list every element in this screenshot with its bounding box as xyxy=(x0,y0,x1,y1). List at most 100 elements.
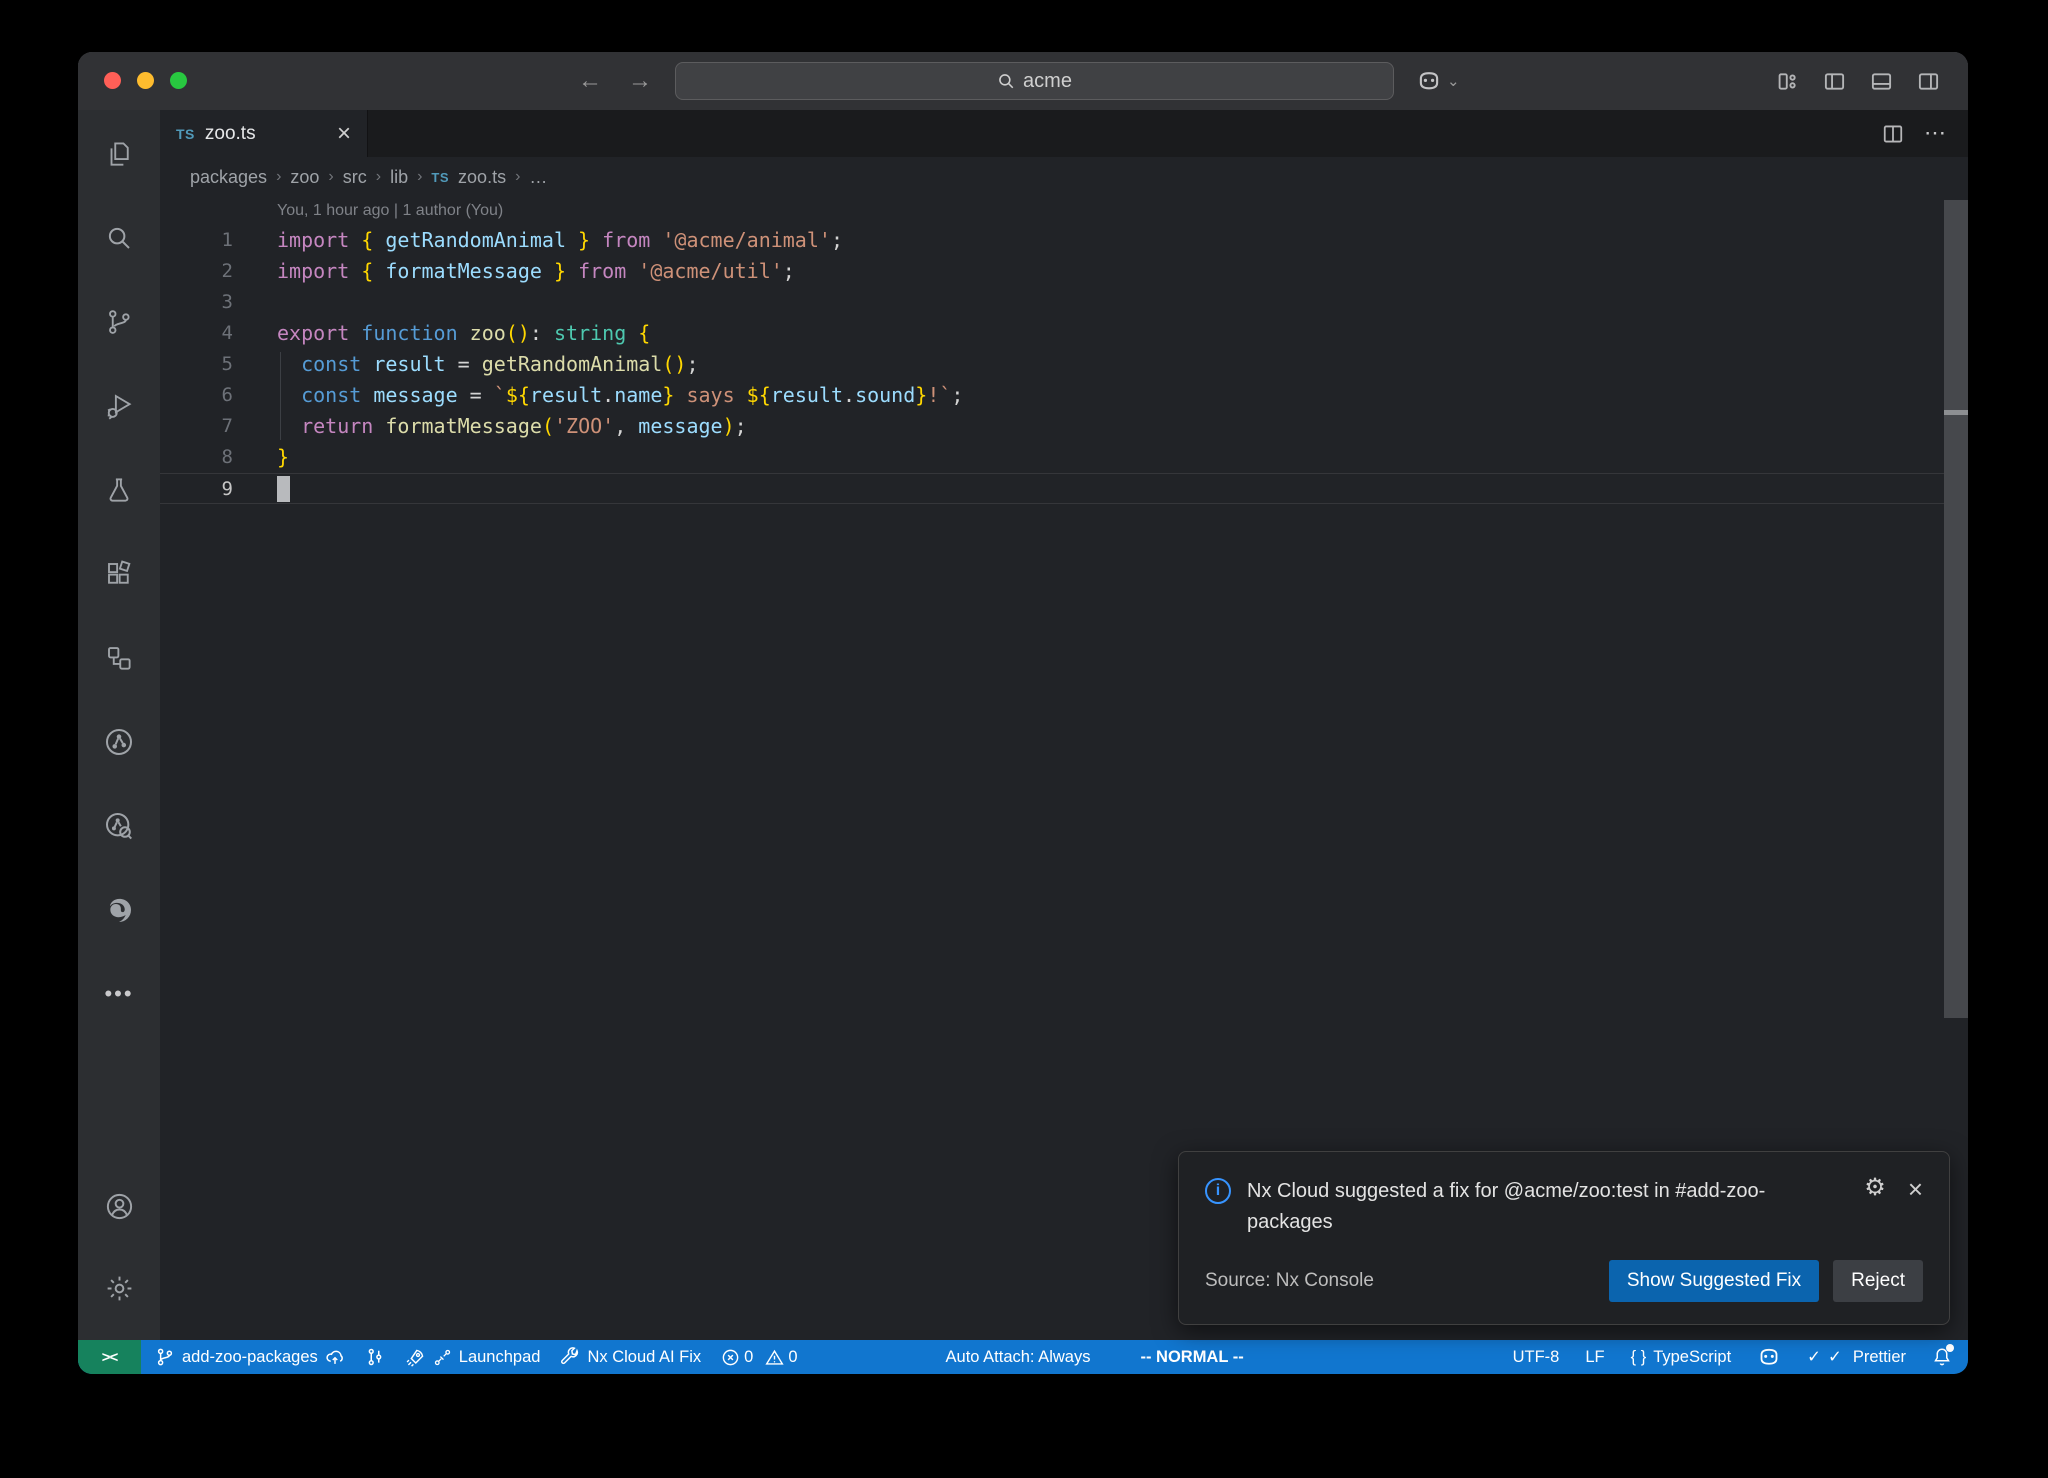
extensions-icon[interactable] xyxy=(103,558,135,590)
typescript-file-icon: TS xyxy=(431,170,449,185)
close-window-button[interactable] xyxy=(104,72,121,89)
branch-name: add-zoo-packages xyxy=(182,1348,318,1367)
breadcrumb-item[interactable]: zoo xyxy=(290,167,319,188)
code-line-2[interactable]: 2import { formatMessage } from '@acme/ut… xyxy=(160,256,1968,287)
nx-project-graph-icon[interactable] xyxy=(103,726,135,758)
editor-scrollbar[interactable] xyxy=(1944,200,1968,1018)
code-token: ; xyxy=(951,383,963,407)
encoding-item[interactable]: UTF-8 xyxy=(1513,1348,1560,1367)
split-editor-icon[interactable] xyxy=(1882,123,1904,145)
code-token: () xyxy=(506,321,530,345)
more-actions-icon[interactable]: ⋯ xyxy=(1924,129,1948,138)
language-label: TypeScript xyxy=(1653,1348,1731,1367)
nx-cloud-fix-item[interactable]: Nx Cloud AI Fix xyxy=(560,1347,701,1367)
line-number: 4 xyxy=(160,318,233,349)
source-control-icon[interactable] xyxy=(103,306,135,338)
code-line-4[interactable]: 4export function zoo(): string { xyxy=(160,318,1968,349)
search-icon xyxy=(997,72,1015,90)
code-token: result xyxy=(373,352,457,376)
code-token: } xyxy=(915,383,927,407)
tab-close-icon[interactable]: × xyxy=(337,122,351,146)
git-graph-item[interactable] xyxy=(365,1347,385,1367)
problems-item[interactable]: 0 0 xyxy=(721,1348,805,1367)
code-text xyxy=(233,474,290,503)
launchpad-label: Launchpad xyxy=(459,1348,541,1367)
code-token: } xyxy=(566,228,590,252)
double-check-icon: ✓ xyxy=(1807,1347,1821,1367)
code-token: sound xyxy=(855,383,915,407)
toggle-panel-icon[interactable] xyxy=(1870,70,1893,93)
explorer-icon[interactable] xyxy=(103,138,135,170)
code-token: export xyxy=(277,321,361,345)
toggle-primary-sidebar-icon[interactable] xyxy=(1823,70,1846,93)
nx-console-icon[interactable] xyxy=(103,642,135,674)
code-text xyxy=(233,287,277,318)
tab-zoo-ts[interactable]: TS zoo.ts × xyxy=(160,110,368,157)
navigate-back-icon[interactable]: ← xyxy=(578,67,602,95)
code-token: } xyxy=(542,259,566,283)
code-token: : xyxy=(530,321,554,345)
code-token: ; xyxy=(686,352,698,376)
double-check-icon: ✓ xyxy=(1828,1347,1842,1367)
language-item[interactable]: { } TypeScript xyxy=(1631,1348,1732,1367)
navigate-forward-icon[interactable]: → xyxy=(628,67,652,95)
code-line-8[interactable]: 8} xyxy=(160,442,1968,473)
notifications-bell[interactable] xyxy=(1932,1347,1952,1367)
notification-toast: i Nx Cloud suggested a fix for @acme/zoo… xyxy=(1178,1151,1950,1325)
code-token: ) xyxy=(723,414,735,438)
launchpad-item[interactable]: Launchpad xyxy=(405,1347,541,1368)
testing-icon[interactable] xyxy=(103,474,135,506)
code-line-6[interactable]: 6 const message = `${result.name} says $… xyxy=(160,380,1968,411)
breadcrumb-file[interactable]: zoo.ts xyxy=(458,167,506,188)
search-icon[interactable] xyxy=(103,222,135,254)
settings-gear-icon[interactable] xyxy=(103,1272,135,1304)
prettier-item[interactable]: ✓ ✓ Prettier xyxy=(1807,1347,1906,1367)
git-branch-item[interactable]: add-zoo-packages xyxy=(155,1347,345,1367)
breadcrumb-item[interactable]: lib xyxy=(390,167,408,188)
nx-cloud-icon[interactable] xyxy=(103,810,135,842)
typescript-file-icon: TS xyxy=(176,126,195,142)
overview-ruler-cursor-marker xyxy=(1944,410,1968,415)
notification-close-icon[interactable]: × xyxy=(1908,1176,1923,1202)
vim-mode-indicator: -- NORMAL -- xyxy=(1140,1348,1243,1367)
activity-bar: ••• xyxy=(78,110,160,1340)
line-number: 8 xyxy=(160,442,233,473)
edge-tools-icon[interactable] xyxy=(103,894,135,926)
tab-bar: TS zoo.ts × ⋯ xyxy=(160,110,1968,157)
accounts-icon[interactable] xyxy=(103,1190,135,1222)
code-line-5[interactable]: 5 const result = getRandomAnimal(); xyxy=(160,349,1968,380)
copilot-menu[interactable]: ⌄ xyxy=(1416,52,1460,110)
additional-views-icon[interactable]: ••• xyxy=(103,978,135,1010)
chevron-right-icon: › xyxy=(515,168,520,186)
command-center-search[interactable]: acme xyxy=(675,62,1394,100)
customize-layout-icon[interactable] xyxy=(1776,70,1799,93)
eol-item[interactable]: LF xyxy=(1585,1348,1604,1367)
copilot-status-item[interactable] xyxy=(1757,1345,1781,1369)
code-token: const xyxy=(301,383,373,407)
toggle-secondary-sidebar-icon[interactable] xyxy=(1917,70,1940,93)
code-token: , xyxy=(614,414,638,438)
code-line-7[interactable]: 7 return formatMessage('ZOO', message); xyxy=(160,411,1968,442)
notification-settings-gear-icon[interactable]: ⚙ xyxy=(1864,1176,1886,1200)
rocket-icon xyxy=(405,1347,426,1368)
info-icon: i xyxy=(1205,1178,1231,1204)
breadcrumb-item[interactable]: src xyxy=(343,167,367,188)
show-suggested-fix-button[interactable]: Show Suggested Fix xyxy=(1609,1260,1819,1302)
code-line-9[interactable]: 9 xyxy=(160,473,1968,504)
line-number: 6 xyxy=(160,380,233,411)
chevron-right-icon: › xyxy=(376,168,381,186)
auto-attach-item[interactable]: Auto Attach: Always xyxy=(946,1348,1091,1367)
reject-button[interactable]: Reject xyxy=(1833,1260,1923,1302)
code-line-3[interactable]: 3 xyxy=(160,287,1968,318)
code-token: getRandomAnimal xyxy=(385,228,566,252)
zoom-window-button[interactable] xyxy=(170,72,187,89)
code-token: ; xyxy=(735,414,747,438)
code-text: const message = `${result.name} says ${r… xyxy=(233,380,963,411)
remote-indicator[interactable]: >< xyxy=(78,1340,141,1374)
tab-label: zoo.ts xyxy=(205,123,256,145)
breadcrumb-item[interactable]: packages xyxy=(190,167,267,188)
breadcrumb-more[interactable]: … xyxy=(529,167,547,188)
code-line-1[interactable]: 1import { getRandomAnimal } from '@acme/… xyxy=(160,225,1968,256)
run-debug-icon[interactable] xyxy=(103,390,135,422)
minimize-window-button[interactable] xyxy=(137,72,154,89)
